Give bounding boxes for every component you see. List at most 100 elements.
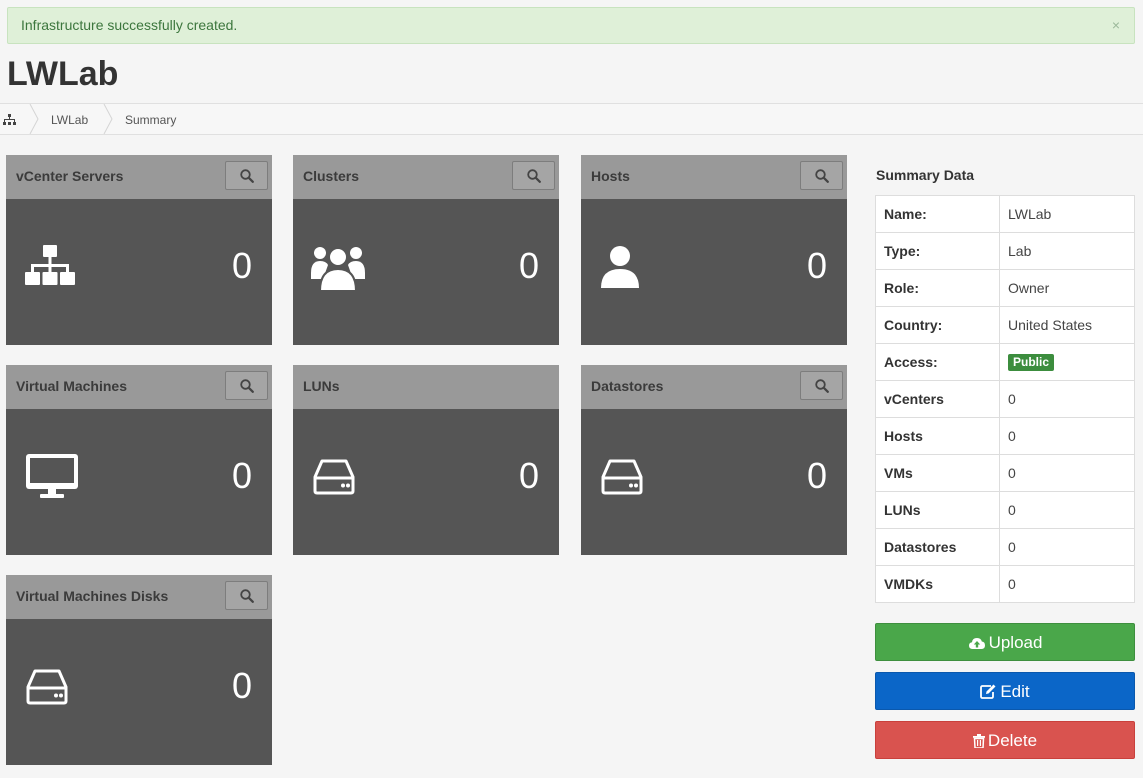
panel-title: Virtual Machines: [16, 378, 128, 394]
panel-clusters: Clusters 0: [293, 155, 559, 345]
edit-label: Edit: [1000, 682, 1030, 701]
row-value: 0: [999, 454, 1135, 492]
table-row: Type: Lab: [875, 232, 1135, 270]
row-key: vCenters: [875, 380, 1000, 418]
panel-search-button[interactable]: [512, 161, 555, 190]
trash-icon: [972, 734, 985, 749]
row-value: 0: [999, 528, 1135, 566]
row-key: VMs: [875, 454, 1000, 492]
row-key: Name:: [875, 195, 1000, 233]
upload-label: Upload: [988, 633, 1043, 652]
table-row: Access: Public: [875, 343, 1135, 381]
row-key: Access:: [875, 343, 1000, 381]
panel-datastores: Datastores 0: [581, 365, 847, 555]
table-row: vCenters 0: [875, 380, 1135, 418]
user-icon: [601, 246, 639, 288]
search-icon: [240, 169, 254, 183]
breadcrumb-item-summary: Summary: [125, 113, 177, 127]
table-row: Country: United States: [875, 306, 1135, 344]
delete-label: Delete: [987, 731, 1038, 750]
hdd-icon: [601, 459, 643, 495]
upload-button[interactable]: Upload: [875, 623, 1135, 661]
panel-luns: LUNs 0: [293, 365, 559, 555]
table-row: VMs 0: [875, 454, 1135, 492]
status-badge: Public: [1008, 354, 1055, 371]
row-value: United States: [999, 306, 1135, 344]
panel-title: LUNs: [303, 378, 340, 394]
table-row: Role: Owner: [875, 269, 1135, 307]
row-key: Role:: [875, 269, 1000, 307]
row-value: 0: [999, 417, 1135, 455]
panel-count: 0: [518, 455, 539, 496]
desktop-icon: [26, 454, 78, 498]
panel-header: Datastores: [581, 365, 847, 409]
panel-search-button[interactable]: [800, 371, 843, 400]
row-key: Type:: [875, 232, 1000, 270]
breadcrumb-separator: [103, 104, 113, 134]
panel-count: 0: [806, 245, 827, 286]
table-row: LUNs 0: [875, 491, 1135, 529]
search-icon: [815, 379, 829, 393]
hdd-icon: [26, 669, 68, 705]
row-key: VMDKs: [875, 565, 1000, 603]
panel-header: Hosts: [581, 155, 847, 199]
panel-header: Clusters: [293, 155, 559, 199]
panel-count: 0: [231, 665, 252, 706]
row-value: LWLab: [999, 195, 1135, 233]
panel-virtual-machines: Virtual Machines 0: [6, 365, 272, 555]
breadcrumb-item-lwlab[interactable]: LWLab: [51, 104, 88, 134]
table-row: Datastores 0: [875, 528, 1135, 566]
row-value: 0: [999, 380, 1135, 418]
panel-hosts: Hosts 0: [581, 155, 847, 345]
table-row: Hosts 0: [875, 417, 1135, 455]
search-icon: [815, 169, 829, 183]
search-icon: [240, 379, 254, 393]
panel-search-button[interactable]: [225, 581, 268, 610]
row-key: Country:: [875, 306, 1000, 344]
row-value: Lab: [999, 232, 1135, 270]
row-key: Hosts: [875, 417, 1000, 455]
table-row: VMDKs 0: [875, 565, 1135, 603]
summary-table: Name: LWLab Type: Lab Role: Owner Country: U…: [875, 195, 1135, 603]
panel-title: Virtual Machines Disks: [16, 588, 169, 604]
alert-close-button[interactable]: ×: [1112, 8, 1120, 43]
panel-search-button[interactable]: [225, 371, 268, 400]
search-icon: [527, 169, 541, 183]
sitemap-icon[interactable]: [3, 114, 16, 126]
cloud-upload-icon: [968, 638, 985, 649]
edit-icon: [980, 684, 996, 699]
page-title: LWLab: [7, 55, 119, 93]
panel-title: Hosts: [591, 168, 630, 184]
search-icon: [240, 589, 254, 603]
success-alert: Infrastructure successfully created. ×: [7, 7, 1135, 44]
panel-search-button[interactable]: [800, 161, 843, 190]
alert-message: Infrastructure successfully created.: [21, 17, 238, 33]
panel-search-button[interactable]: [225, 161, 268, 190]
panel-count: 0: [806, 455, 827, 496]
row-value: Owner: [999, 269, 1135, 307]
panel-count: 0: [518, 245, 539, 286]
panel-count: 0: [231, 245, 252, 286]
row-key: LUNs: [875, 491, 1000, 529]
row-value: 0: [999, 491, 1135, 529]
row-value: 0: [999, 565, 1135, 603]
panel-title: vCenter Servers: [16, 168, 124, 184]
panel-vcenter-servers: vCenter Servers 0: [6, 155, 272, 345]
panel-header: vCenter Servers: [6, 155, 272, 199]
panel-title: Clusters: [303, 168, 360, 184]
panel-header: Virtual Machines: [6, 365, 272, 409]
panel-header: Virtual Machines Disks: [6, 575, 272, 619]
breadcrumb-separator: [29, 104, 39, 134]
table-row: Name: LWLab: [875, 195, 1135, 233]
delete-button[interactable]: Delete: [875, 721, 1135, 759]
panel-virtual-machines-disks: Virtual Machines Disks 0: [6, 575, 272, 765]
panel-count: 0: [231, 455, 252, 496]
row-key: Datastores: [875, 528, 1000, 566]
panel-title: Datastores: [591, 378, 664, 394]
row-value: Public: [999, 343, 1135, 381]
hdd-icon: [313, 459, 355, 495]
users-icon: [311, 247, 365, 292]
panel-header: LUNs: [293, 365, 559, 409]
breadcrumb: LWLab Summary: [0, 103, 1143, 135]
edit-button[interactable]: Edit: [875, 672, 1135, 710]
